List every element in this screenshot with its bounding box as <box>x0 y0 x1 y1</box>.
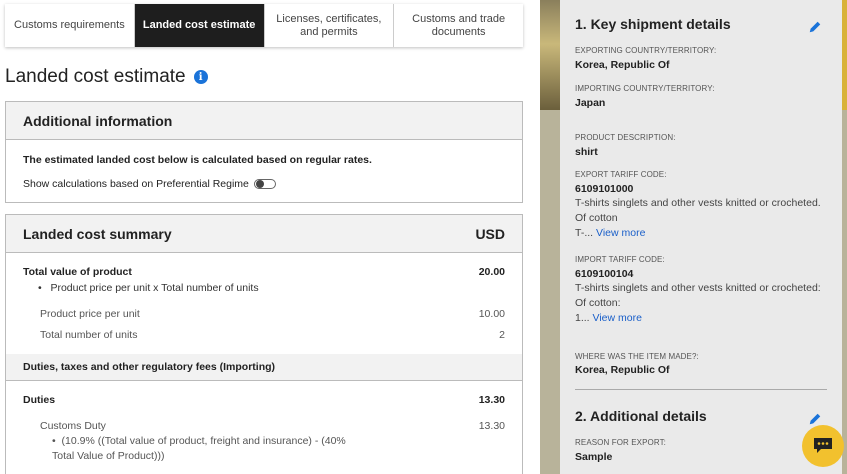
item-made-value: Korea, Republic Of <box>575 364 670 376</box>
tab-customs-requirements[interactable]: Customs requirements <box>5 4 135 47</box>
additional-information-panel: Additional information The estimated lan… <box>5 101 523 203</box>
tab-bar: Customs requirements Landed cost estimat… <box>5 4 523 47</box>
import-desc-truncated: 1... <box>575 312 590 324</box>
page-title-text: Landed cost estimate <box>5 66 186 87</box>
duties-label: Duties <box>23 394 56 406</box>
import-desc-line3: 1... View more <box>575 311 825 326</box>
total-value-formula-text: Product price per unit x Total number of… <box>50 282 259 294</box>
import-tariff-code-label: IMPORT TARIFF CODE: <box>575 255 665 264</box>
export-tariff-code-value: 6109101000 <box>575 183 634 195</box>
product-description-label: PRODUCT DESCRIPTION: <box>575 133 676 142</box>
product-description-value: shirt <box>575 146 598 158</box>
chat-bubble-icon <box>814 438 832 453</box>
reason-for-export-value: Sample <box>575 451 613 463</box>
customs-duty-label: Customs Duty <box>40 420 106 432</box>
section-divider <box>575 389 827 390</box>
tab-landed-cost-estimate[interactable]: Landed cost estimate <box>134 4 265 47</box>
customs-duty-formula-line2: Total Value of Product))) <box>52 450 165 462</box>
total-value-amount: 20.00 <box>478 266 505 278</box>
customs-duty-value: 13.30 <box>478 420 505 432</box>
importing-country-label: IMPORTING COUNTRY/TERRITORY: <box>575 84 715 93</box>
importing-country-value: Japan <box>575 97 606 109</box>
chat-button[interactable] <box>802 425 844 467</box>
preferential-regime-toggle[interactable] <box>253 179 276 189</box>
import-view-more-link[interactable]: View more <box>593 312 642 324</box>
regular-rates-note: The estimated landed cost below is calcu… <box>23 154 372 166</box>
customs-duty-row: Customs Duty 13.30 <box>40 420 505 432</box>
import-desc-line1: T-shirts singlets and other vests knitte… <box>575 282 821 294</box>
exporting-country-value: Korea, Republic Of <box>575 59 670 71</box>
import-tariff-code-value: 6109100104 <box>575 268 634 280</box>
additional-details-title: 2. Additional details <box>575 408 707 424</box>
duties-taxes-section: Duties, taxes and other regulatory fees … <box>6 354 522 381</box>
tab-licenses-certificates-permits[interactable]: Licenses, certificates, and permits <box>265 4 395 47</box>
total-value-formula: • Product price per unit x Total number … <box>38 282 259 294</box>
edit-additional-pencil-icon[interactable] <box>808 412 822 426</box>
export-desc-line2: Of cotton <box>575 212 618 224</box>
total-units-value: 2 <box>499 329 505 341</box>
preferential-regime-row: Show calculations based on Preferential … <box>23 178 276 190</box>
total-units-label: Total number of units <box>40 329 138 341</box>
landed-cost-summary-title: Landed cost summary <box>23 225 172 242</box>
export-desc-truncated: T-... <box>575 227 594 239</box>
total-units-row: Total number of units 2 <box>40 329 505 341</box>
export-tariff-description: T-shirts singlets and other vests knitte… <box>575 196 825 241</box>
tab-customs-trade-documents[interactable]: Customs and trade documents <box>394 4 523 47</box>
duties-row: Duties 13.30 <box>23 394 505 406</box>
shipment-details-sidebar: 1. Key shipment details EXPORTING COUNTR… <box>560 0 842 474</box>
exporting-country-label: EXPORTING COUNTRY/TERRITORY: <box>575 46 717 55</box>
export-view-more-link[interactable]: View more <box>596 227 645 239</box>
additional-information-title: Additional information <box>23 112 173 129</box>
reason-for-export-label: REASON FOR EXPORT: <box>575 438 667 447</box>
export-tariff-code-label: EXPORT TARIFF CODE: <box>575 170 667 179</box>
price-per-unit-row: Product price per unit 10.00 <box>40 308 505 320</box>
page-title: Landed cost estimate i <box>5 66 208 88</box>
additional-information-heading: Additional information <box>6 102 522 140</box>
customs-duty-formula-line1: (10.9% ((Total value of product, freight… <box>61 435 346 447</box>
price-per-unit-label: Product price per unit <box>40 308 140 320</box>
key-shipment-details-title: 1. Key shipment details <box>575 16 731 32</box>
landed-cost-summary-heading: Landed cost summary USD <box>6 215 522 253</box>
import-desc-line2: Of cotton: <box>575 297 621 309</box>
price-per-unit-value: 10.00 <box>478 308 505 320</box>
info-icon[interactable]: i <box>193 70 208 84</box>
edit-pencil-icon[interactable] <box>808 20 822 34</box>
preferential-regime-label: Show calculations based on Preferential … <box>23 178 249 190</box>
duties-taxes-section-title: Duties, taxes and other regulatory fees … <box>23 361 276 373</box>
currency-label: USD <box>475 225 505 242</box>
export-desc-line3: T-... View more <box>575 226 825 241</box>
customs-duty-formula: • (10.9% ((Total value of product, freig… <box>52 435 346 447</box>
total-value-label: Total value of product <box>23 266 132 278</box>
import-tariff-description: T-shirts singlets and other vests knitte… <box>575 281 825 326</box>
export-desc-line1: T-shirts singlets and other vests knitte… <box>575 197 821 209</box>
item-made-label: WHERE WAS THE ITEM MADE?: <box>575 352 699 361</box>
landed-cost-summary-panel: Landed cost summary USD Total value of p… <box>5 214 523 474</box>
customs-duty-formula-cont: Total Value of Product))) <box>52 450 164 462</box>
duties-value: 13.30 <box>478 394 505 406</box>
total-value-row: Total value of product 20.00 <box>23 266 505 278</box>
